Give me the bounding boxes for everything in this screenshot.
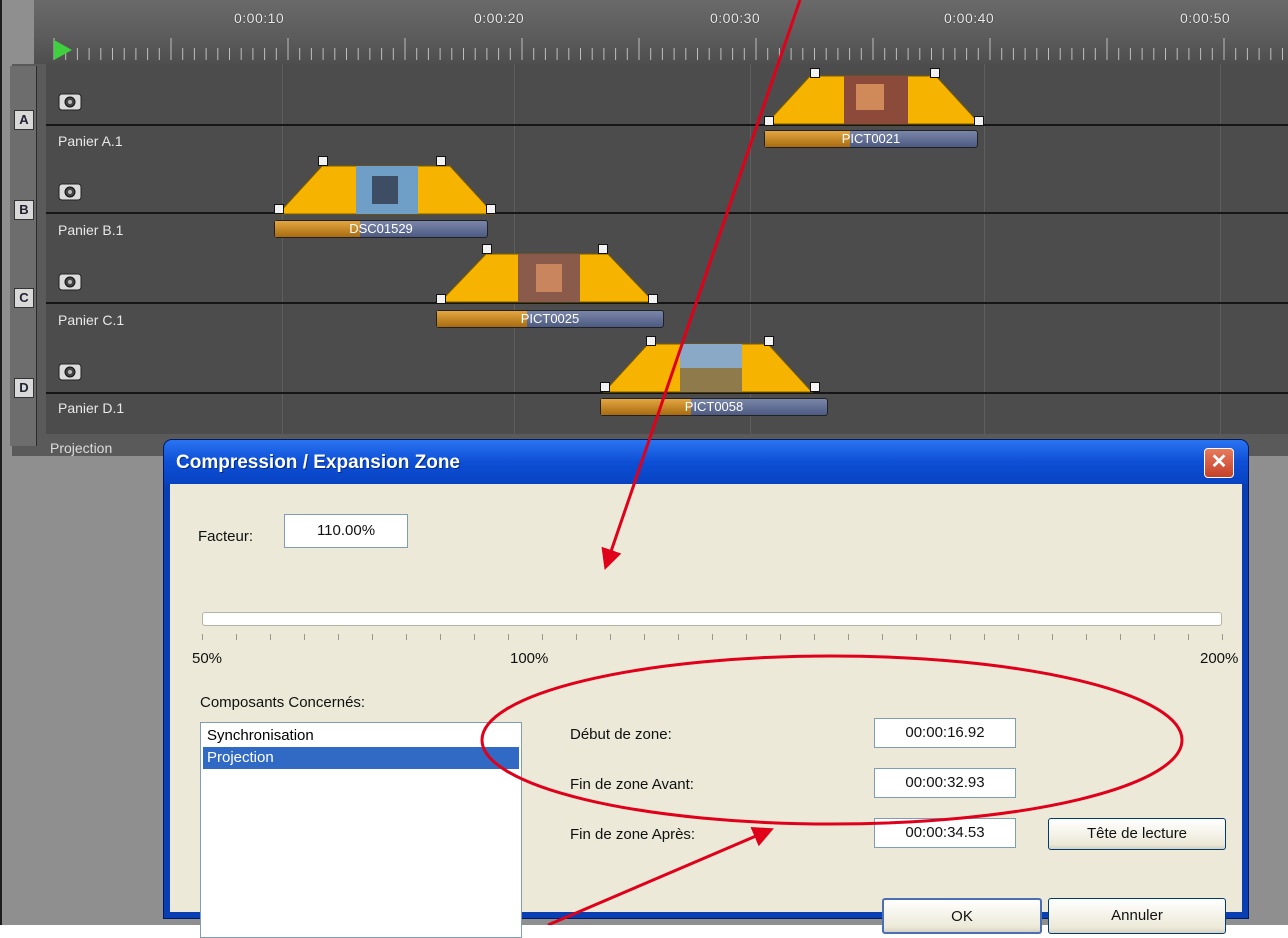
- dialog-titlebar[interactable]: Compression / Expansion Zone ✕: [164, 440, 1248, 484]
- clip-name: PICT0025: [520, 311, 580, 326]
- time-ruler[interactable]: 0:00:10 0:00:20 0:00:30 0:00:40 0:00:50: [34, 0, 1288, 65]
- slider-tick: [1188, 634, 1189, 640]
- slider-tick: [372, 634, 373, 640]
- slider-tick: [746, 634, 747, 640]
- lane-name-c: Panier C.1: [58, 312, 125, 328]
- ruler-tick-label: 0:00:40: [944, 10, 995, 26]
- lane-letter-a[interactable]: A: [14, 110, 34, 130]
- clip-name: PICT0058: [684, 399, 744, 414]
- slider-tick: [508, 634, 509, 640]
- ok-button[interactable]: OK: [882, 898, 1042, 934]
- slider-tick: [678, 634, 679, 640]
- factor-input[interactable]: 110.00%: [284, 514, 408, 548]
- slider-tick: [338, 634, 339, 640]
- dialog-body: Facteur: 110.00% 50% 100% 200% Composant…: [170, 484, 1242, 938]
- slider-tick: [644, 634, 645, 640]
- slider-tick: [1052, 634, 1053, 640]
- dialog-title: Compression / Expansion Zone: [176, 452, 460, 473]
- slider-tick: [440, 634, 441, 640]
- clip-bar[interactable]: PICT0025: [436, 310, 664, 328]
- close-icon: ✕: [1210, 451, 1228, 473]
- close-button[interactable]: ✕: [1204, 448, 1234, 478]
- clip-bar[interactable]: PICT0021: [764, 130, 978, 148]
- slider-tick: [882, 634, 883, 640]
- slider-tick: [916, 634, 917, 640]
- list-item-synchronisation[interactable]: Synchronisation: [203, 725, 519, 747]
- clip-name: PICT0021: [841, 131, 901, 146]
- slider-tick: [848, 634, 849, 640]
- zone-start-input[interactable]: 00:00:16.92: [874, 718, 1016, 748]
- slider-mid-label: 100%: [510, 650, 549, 667]
- lane-name-b: Panier B.1: [58, 222, 124, 238]
- camera-icon[interactable]: [58, 272, 82, 292]
- lane-name-d: Panier D.1: [58, 400, 125, 416]
- clip-envelope[interactable]: [764, 68, 984, 126]
- clip-envelope[interactable]: [276, 158, 498, 216]
- factor-label: Facteur:: [198, 528, 254, 545]
- zone-end-before-label: Fin de zone Avant:: [570, 776, 694, 793]
- ruler-tick-label: 0:00:20: [474, 10, 525, 26]
- slider-tick: [270, 634, 271, 640]
- cancel-button[interactable]: Annuler: [1048, 898, 1226, 934]
- slider-min-label: 50%: [192, 650, 223, 667]
- slider-tick: [202, 634, 203, 640]
- play-icon[interactable]: [54, 40, 72, 60]
- clip-bar[interactable]: DSC01529: [274, 220, 488, 238]
- components-label: Composants Concernés:: [200, 694, 366, 711]
- list-item-projection[interactable]: Projection: [203, 747, 519, 769]
- slider-tick: [1222, 634, 1223, 640]
- ruler-tick-label: 0:00:30: [710, 10, 761, 26]
- compression-dialog: Compression / Expansion Zone ✕ Facteur: …: [164, 440, 1248, 938]
- ruler-ticks: [53, 38, 1283, 60]
- slider-tick: [576, 634, 577, 640]
- slider-tick: [1154, 634, 1155, 640]
- slider-tick: [1018, 634, 1019, 640]
- slider-tick: [1086, 634, 1087, 640]
- slider-max-label: 200%: [1200, 650, 1239, 667]
- playhead-button[interactable]: Tête de lecture: [1048, 818, 1226, 850]
- factor-slider[interactable]: [202, 612, 1222, 626]
- clip-envelope[interactable]: [602, 338, 816, 394]
- slider-tick: [542, 634, 543, 640]
- slider-tick: [1120, 634, 1121, 640]
- camera-icon[interactable]: [58, 92, 82, 112]
- zone-end-before-input[interactable]: 00:00:32.93: [874, 768, 1016, 798]
- clip-envelope[interactable]: [438, 248, 658, 304]
- lane-name-a: Panier A.1: [58, 133, 123, 149]
- ruler-tick-label: 0:00:10: [234, 10, 285, 26]
- components-list[interactable]: Synchronisation Projection: [200, 722, 522, 938]
- clip-bar[interactable]: PICT0058: [600, 398, 828, 416]
- slider-tick: [610, 634, 611, 640]
- slider-tick: [814, 634, 815, 640]
- projection-label[interactable]: Projection: [50, 440, 112, 456]
- zone-end-after-label: Fin de zone Après:: [570, 826, 696, 843]
- ruler-tick-label: 0:00:50: [1180, 10, 1231, 26]
- slider-tick: [950, 634, 951, 640]
- slider-tick: [304, 634, 305, 640]
- camera-icon[interactable]: [58, 182, 82, 202]
- slider-tick: [406, 634, 407, 640]
- lane-letter-c[interactable]: C: [14, 288, 34, 308]
- lane-letter-b[interactable]: B: [14, 200, 34, 220]
- clip-name: DSC01529: [349, 221, 413, 236]
- lane-letter-d[interactable]: D: [14, 378, 34, 398]
- slider-tick: [236, 634, 237, 640]
- slider-tick: [780, 634, 781, 640]
- camera-icon[interactable]: [58, 362, 82, 382]
- slider-tick: [712, 634, 713, 640]
- slider-tick: [984, 634, 985, 640]
- slider-tick: [474, 634, 475, 640]
- zone-end-after-input[interactable]: 00:00:34.53: [874, 818, 1016, 848]
- zone-start-label: Début de zone:: [570, 726, 672, 743]
